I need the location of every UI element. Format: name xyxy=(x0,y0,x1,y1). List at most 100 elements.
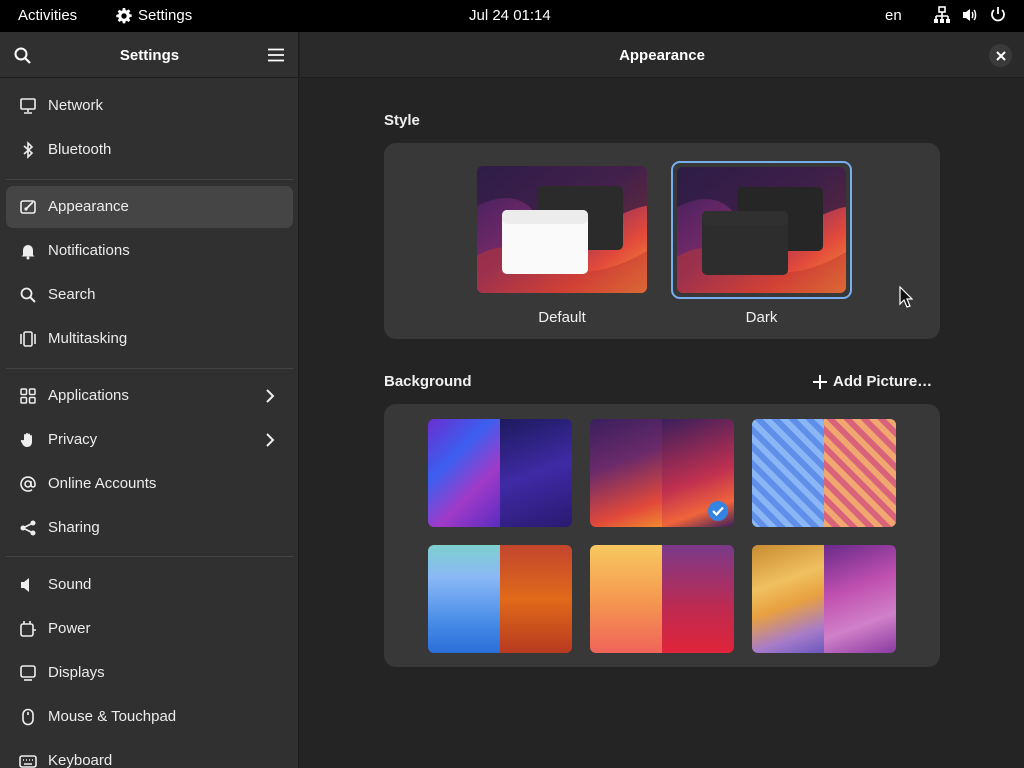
sidebar-item-label: Online Accounts xyxy=(48,475,157,492)
sidebar-item-label: Sound xyxy=(48,576,92,593)
dark-style-thumbnail xyxy=(677,167,846,293)
sidebar-item-label: Network xyxy=(48,97,104,114)
sidebar-item-notifications[interactable]: Notifications xyxy=(6,230,293,272)
style-option-default[interactable] xyxy=(476,165,648,295)
style-option-label: Default xyxy=(538,309,586,326)
add-picture-label: Add Picture… xyxy=(833,373,933,390)
light-variant-half xyxy=(590,419,662,527)
light-variant-half xyxy=(590,545,662,653)
style-section-title: Style xyxy=(384,112,420,129)
volume-icon xyxy=(963,9,977,21)
style-option-dark[interactable] xyxy=(671,161,852,299)
default-style-preview xyxy=(477,166,647,293)
network-icon xyxy=(20,98,36,114)
power-icon xyxy=(20,621,36,637)
chevron-right-icon xyxy=(266,433,275,447)
sidebar-item-label: Mouse & Touchpad xyxy=(48,708,177,725)
sidebar-item-label: Displays xyxy=(48,664,105,681)
sidebar-item-mouse-touchpad[interactable]: Mouse & Touchpad xyxy=(6,696,293,738)
app-menu[interactable]: Settings xyxy=(116,7,192,24)
light-variant-half xyxy=(752,545,824,653)
chevron-right-icon xyxy=(266,389,275,403)
style-panel xyxy=(384,143,940,339)
sidebar-item-online-accounts[interactable]: Online Accounts xyxy=(6,463,293,505)
keyboard-icon xyxy=(19,755,37,768)
background-thumbnail[interactable] xyxy=(590,545,734,653)
sidebar-item-multitasking[interactable]: Multitasking xyxy=(6,318,293,360)
settings-window: Settings Network Bluetooth Appearance No… xyxy=(0,32,1024,768)
bell-icon xyxy=(21,245,35,260)
sidebar-item-applications[interactable]: Applications xyxy=(6,375,293,417)
sidebar-title: Settings xyxy=(119,47,180,64)
sidebar-item-label: Applications xyxy=(48,387,129,404)
clock[interactable]: Jul 24 01:14 xyxy=(469,7,551,24)
background-thumbnail-selected[interactable] xyxy=(590,419,734,527)
sidebar-separator xyxy=(6,368,293,369)
light-variant-half xyxy=(428,545,500,653)
sidebar-item-label: Appearance xyxy=(48,198,129,215)
search-icon xyxy=(20,287,36,303)
sidebar-item-power[interactable]: Power xyxy=(6,608,293,650)
sidebar-item-network[interactable]: Network xyxy=(6,85,293,127)
dark-variant-half xyxy=(500,545,572,653)
sidebar-item-label: Power xyxy=(48,620,91,637)
default-style-thumbnail xyxy=(477,166,647,293)
sidebar-item-label: Sharing xyxy=(48,519,100,536)
hamburger-menu-icon[interactable] xyxy=(267,48,285,62)
add-picture-button[interactable]: Add Picture… xyxy=(813,373,932,390)
dark-variant-half xyxy=(824,545,896,653)
plus-icon xyxy=(813,374,827,389)
sidebar-item-search[interactable]: Search xyxy=(6,274,293,316)
power-icon xyxy=(991,7,1005,22)
background-thumbnail[interactable] xyxy=(428,419,572,527)
background-thumbnail[interactable] xyxy=(752,545,896,653)
top-bar: Activities Settings Jul 24 01:14 en xyxy=(0,0,1024,32)
sidebar-item-label: Notifications xyxy=(48,242,130,259)
system-status-area[interactable] xyxy=(933,6,1007,24)
dark-style-preview xyxy=(677,167,846,293)
close-button[interactable] xyxy=(989,44,1012,67)
sidebar-separator xyxy=(6,556,293,557)
sidebar-separator xyxy=(6,179,293,180)
sidebar-item-keyboard[interactable]: Keyboard xyxy=(6,740,293,768)
content-header: Appearance xyxy=(300,32,1024,78)
sidebar-item-label: Multitasking xyxy=(48,330,128,347)
gear-icon xyxy=(116,7,132,23)
sidebar-item-label: Bluetooth xyxy=(48,141,112,158)
light-variant-half xyxy=(428,419,500,527)
sidebar-item-sound[interactable]: Sound xyxy=(6,564,293,606)
sidebar-item-privacy[interactable]: Privacy xyxy=(6,419,293,461)
dark-variant-half xyxy=(824,419,896,527)
sidebar-item-bluetooth[interactable]: Bluetooth xyxy=(6,129,293,171)
close-icon xyxy=(995,50,1006,61)
mouse-icon xyxy=(22,708,34,726)
activities-button[interactable]: Activities xyxy=(18,7,77,24)
sidebar-item-displays[interactable]: Displays xyxy=(6,652,293,694)
sidebar-item-label: Keyboard xyxy=(48,752,113,768)
page-title: Appearance xyxy=(619,47,705,64)
sidebar-item-appearance[interactable]: Appearance xyxy=(6,186,293,228)
hand-icon xyxy=(20,433,32,447)
background-thumbnail[interactable] xyxy=(428,545,572,653)
share-icon xyxy=(20,520,36,536)
app-name: Settings xyxy=(138,7,193,24)
bluetooth-icon xyxy=(23,141,34,159)
mouse-cursor-icon xyxy=(899,286,913,308)
light-variant-half xyxy=(752,419,824,527)
sidebar-item-label: Search xyxy=(48,286,96,303)
dark-variant-half xyxy=(500,419,572,527)
language-indicator[interactable]: en xyxy=(885,7,902,24)
speaker-icon xyxy=(21,578,29,592)
style-option-label: Dark xyxy=(745,309,778,326)
sidebar-header: Settings xyxy=(0,32,298,78)
selected-check-badge xyxy=(708,501,728,521)
sidebar-item-label: Privacy xyxy=(48,431,98,448)
dark-variant-half xyxy=(662,545,734,653)
sidebar-item-sharing[interactable]: Sharing xyxy=(6,507,293,549)
appearance-icon xyxy=(20,200,36,214)
background-thumbnail[interactable] xyxy=(752,419,896,527)
applications-icon xyxy=(20,388,36,404)
checkmark-icon xyxy=(712,506,724,516)
display-icon xyxy=(20,665,36,681)
sidebar: Settings Network Bluetooth Appearance No… xyxy=(0,32,299,768)
